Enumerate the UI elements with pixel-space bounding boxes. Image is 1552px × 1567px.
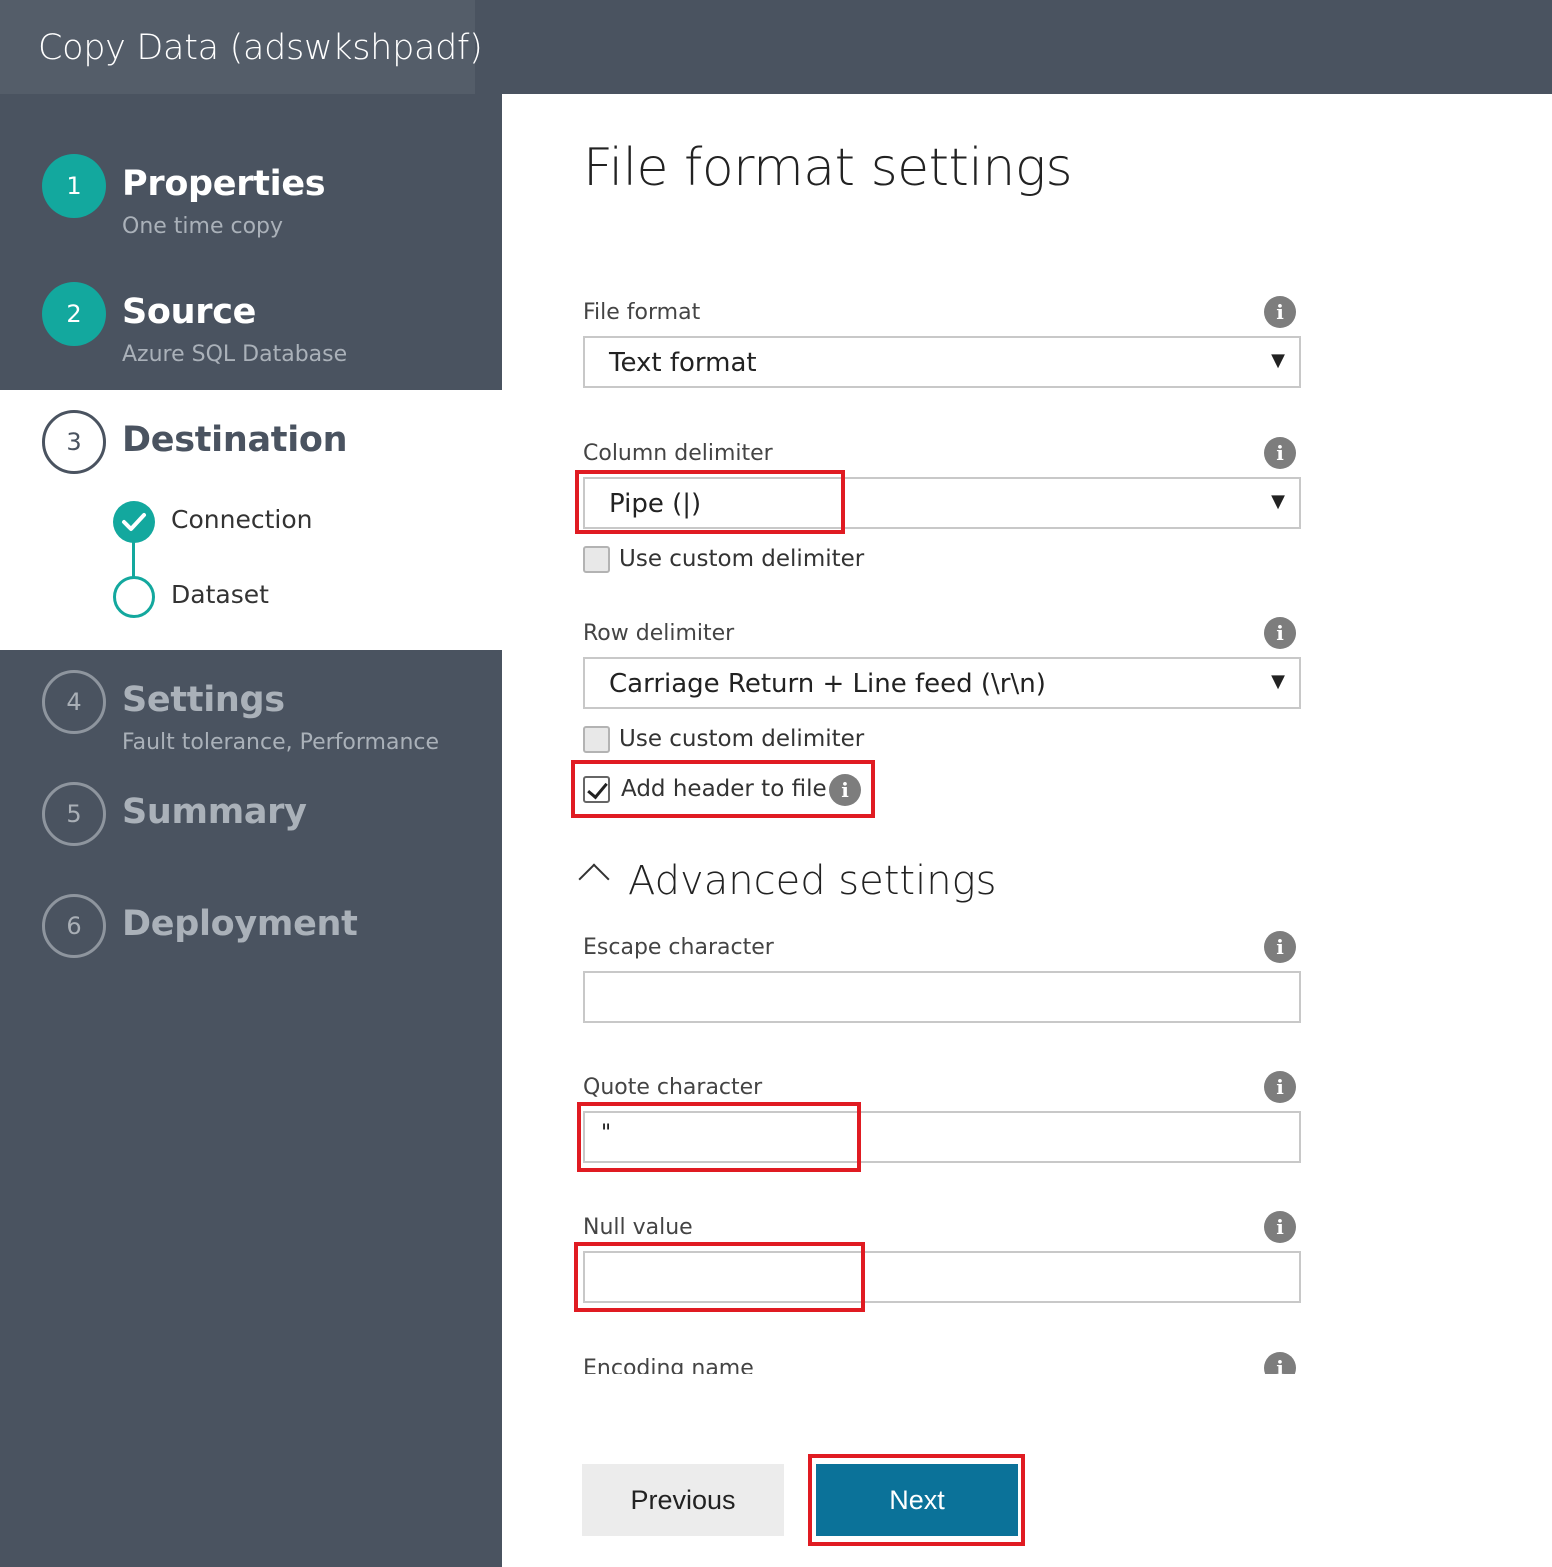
info-icon[interactable]: i bbox=[1264, 1352, 1296, 1374]
select-value: Pipe (|) bbox=[609, 489, 702, 519]
step-number-badge: 6 bbox=[42, 894, 106, 958]
encoding-name-field: Encoding name i bbox=[583, 1340, 1301, 1374]
step-label: Settings bbox=[122, 680, 285, 720]
previous-button[interactable]: Previous bbox=[582, 1464, 784, 1536]
step-subtitle: Azure SQL Database bbox=[122, 342, 348, 367]
info-icon[interactable]: i bbox=[1264, 1071, 1296, 1103]
dropdown-arrow-icon: ▼ bbox=[1271, 671, 1285, 692]
checkbox-label: Add header to file bbox=[621, 776, 827, 802]
page-title: File format settings bbox=[583, 138, 1073, 198]
null-value-input[interactable] bbox=[583, 1251, 1301, 1303]
step-label: Destination bbox=[122, 420, 348, 460]
title-bar: Copy Data (adswkshpadf) bbox=[0, 0, 1552, 94]
info-icon[interactable]: i bbox=[829, 774, 861, 806]
row-custom-delimiter-checkbox[interactable] bbox=[583, 726, 610, 753]
file-format-label: File format bbox=[583, 300, 701, 325]
step-label: Source bbox=[122, 292, 257, 332]
info-icon[interactable]: i bbox=[1264, 437, 1296, 469]
dropdown-arrow-icon: ▼ bbox=[1271, 350, 1285, 371]
step-label: Properties bbox=[122, 164, 326, 204]
info-icon[interactable]: i bbox=[1264, 1211, 1296, 1243]
column-delimiter-select[interactable]: Pipe (|) ▼ bbox=[583, 477, 1301, 529]
window-title: Copy Data (adswkshpadf) bbox=[38, 28, 483, 68]
quote-character-input[interactable]: " bbox=[583, 1111, 1301, 1163]
row-delimiter-select[interactable]: Carriage Return + Line feed (\r\n) ▼ bbox=[583, 657, 1301, 709]
escape-character-label: Escape character bbox=[583, 935, 774, 960]
column-delimiter-label: Column delimiter bbox=[583, 441, 773, 466]
info-icon[interactable]: i bbox=[1264, 296, 1296, 328]
checkmark-icon bbox=[113, 501, 155, 543]
window-title-tab: Copy Data (adswkshpadf) bbox=[0, 0, 483, 94]
next-button[interactable]: Next bbox=[816, 1464, 1018, 1536]
select-value: Carriage Return + Line feed (\r\n) bbox=[609, 669, 1046, 699]
info-icon[interactable]: i bbox=[1264, 617, 1296, 649]
step-subtitle: Fault tolerance, Performance bbox=[122, 730, 440, 755]
step-number-badge: 4 bbox=[42, 670, 106, 734]
substep-connector bbox=[132, 541, 135, 579]
substep-label: Connection bbox=[171, 505, 313, 534]
select-value: Text format bbox=[609, 348, 757, 378]
null-value-label: Null value bbox=[583, 1215, 693, 1240]
step-label: Summary bbox=[122, 792, 307, 832]
file-format-select[interactable]: Text format ▼ bbox=[583, 336, 1301, 388]
step-number-badge: 2 bbox=[42, 282, 106, 346]
substep-label: Dataset bbox=[171, 580, 269, 609]
column-custom-delimiter-checkbox[interactable] bbox=[583, 546, 610, 573]
row-delimiter-label: Row delimiter bbox=[583, 621, 735, 646]
step-label: Deployment bbox=[122, 904, 358, 944]
step-number-badge: 3 bbox=[42, 410, 106, 474]
step-number-badge: 1 bbox=[42, 154, 106, 218]
checkbox-label: Use custom delimiter bbox=[619, 546, 865, 572]
encoding-name-label: Encoding name bbox=[583, 1356, 754, 1374]
current-step-ring-icon bbox=[113, 576, 155, 618]
quote-character-label: Quote character bbox=[583, 1075, 763, 1100]
checkbox-label: Use custom delimiter bbox=[619, 726, 865, 752]
step-subtitle: One time copy bbox=[122, 214, 284, 239]
step-number-badge: 5 bbox=[42, 782, 106, 846]
add-header-checkbox[interactable] bbox=[583, 776, 610, 803]
info-icon[interactable]: i bbox=[1264, 931, 1296, 963]
escape-character-input[interactable] bbox=[583, 971, 1301, 1023]
advanced-settings-title: Advanced settings bbox=[628, 858, 997, 904]
dropdown-arrow-icon: ▼ bbox=[1271, 491, 1285, 512]
input-value: " bbox=[601, 1121, 612, 1146]
